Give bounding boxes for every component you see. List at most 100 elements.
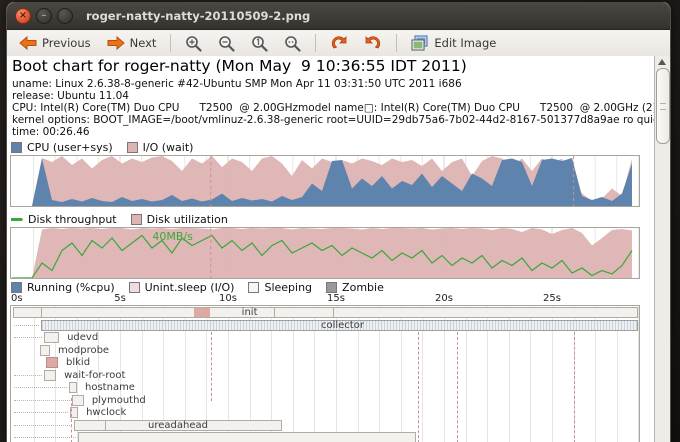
zoom-normal-icon xyxy=(251,35,268,52)
zoom-out-icon xyxy=(218,35,235,52)
previous-label: Previous xyxy=(42,36,91,50)
toolbar-separator xyxy=(396,34,397,52)
dependency-dotted-line xyxy=(14,425,72,426)
process-label-blkid: blkid xyxy=(66,357,90,368)
disk-chart-svg: 40MB/s xyxy=(11,228,639,278)
next-button[interactable]: Next xyxy=(101,34,163,52)
process-bar-separator xyxy=(274,308,275,317)
process-bar-init xyxy=(13,307,638,318)
disk-chart: 40MB/s xyxy=(10,227,640,279)
image-canvas[interactable]: Boot chart for roger-natty (Mon May 9 10… xyxy=(7,56,668,442)
toolbar-separator xyxy=(170,34,171,52)
legend-label: Disk throughput xyxy=(28,213,117,226)
bootchart-release: release: Ubuntu 11.04 xyxy=(12,90,129,102)
process-label-init: init xyxy=(242,307,258,318)
process-label-collector: collector xyxy=(321,320,364,331)
edit-image-button[interactable]: Edit Image xyxy=(405,33,502,53)
minimize-button[interactable]: – xyxy=(36,8,52,24)
dependency-dotted-line xyxy=(14,387,67,388)
legend-swatch xyxy=(326,282,337,293)
process-label-wait-for-root: wait-for-root xyxy=(64,370,125,381)
next-label: Next xyxy=(130,36,157,50)
process-bar-blkid xyxy=(46,357,58,368)
process-bar-udevd xyxy=(44,332,59,343)
axis-tick-label: 5s xyxy=(114,293,126,304)
axis-tick-label: 20s xyxy=(435,293,453,304)
axis-tick-label: 0s xyxy=(11,293,23,304)
cpu-chart-svg xyxy=(11,156,639,206)
bootchart-time: time: 00:26.46 xyxy=(12,126,90,138)
scroll-up-icon[interactable] xyxy=(658,59,666,65)
legend-label: CPU (user+sys) xyxy=(27,141,113,154)
rotate-left-icon xyxy=(330,35,348,51)
bootchart-cpu: CPU: Intel(R) Core(TM) Duo CPU T2500 @ 2… xyxy=(12,102,657,114)
process-bar-separator xyxy=(333,308,334,317)
dependency-dotted-line xyxy=(14,412,68,413)
zoom-in-icon xyxy=(185,35,202,52)
process-bar-separator xyxy=(105,421,106,430)
vertical-scrollbar[interactable] xyxy=(654,56,670,442)
process-bar-segment xyxy=(194,308,209,317)
dependency-dotted-line xyxy=(14,325,39,326)
edit-image-label: Edit Image xyxy=(434,36,496,50)
event-marker-dashed-line xyxy=(457,332,458,442)
legend-swatch xyxy=(129,282,140,293)
event-marker-dashed-line xyxy=(574,332,575,442)
legend-label: I/O (wait) xyxy=(143,141,194,154)
zoom-normal-button[interactable] xyxy=(245,33,274,54)
cpu-chart xyxy=(10,155,640,207)
dependency-dotted-line xyxy=(14,337,42,338)
bootchart-title: Boot chart for roger-natty (Mon May 9 10… xyxy=(12,57,467,75)
arrow-left-icon xyxy=(19,36,37,50)
time-axis: 0s5s10s15s20s25s xyxy=(7,293,655,305)
legend-swatch xyxy=(11,282,22,293)
image-viewer-window: × – roger-natty-natty-20110509-2.png Pre… xyxy=(6,2,671,442)
legend-item: I/O (wait) xyxy=(127,141,194,154)
zoom-in-button[interactable] xyxy=(179,33,208,54)
legend-swatch xyxy=(248,282,259,293)
legend-swatch xyxy=(127,142,138,153)
window-title: roger-natty-natty-20110509-2.png xyxy=(86,9,310,23)
toolbar: Previous Next xyxy=(7,30,670,57)
edit-image-icon xyxy=(411,35,429,51)
process-label-hostname: hostname xyxy=(85,382,135,393)
event-marker-dashed-line xyxy=(211,332,212,401)
gantt-gridline xyxy=(638,306,639,442)
process-bar-wait-for-root xyxy=(44,370,56,381)
axis-tick-label: 25s xyxy=(543,293,561,304)
cpu-chart-legend: CPU (user+sys) I/O (wait) xyxy=(11,141,193,154)
process-bar-modprobe xyxy=(40,345,50,356)
legend-swatch xyxy=(11,142,22,153)
axis-tick-label: 15s xyxy=(327,293,345,304)
dependency-dotted-line xyxy=(14,375,42,376)
previous-button[interactable]: Previous xyxy=(13,34,97,52)
legend-swatch xyxy=(131,214,142,225)
legend-item: Disk utilization xyxy=(131,213,228,226)
legend-label: Disk utilization xyxy=(147,213,228,226)
rotate-left-button[interactable] xyxy=(324,33,354,53)
process-bar-hostname xyxy=(69,382,77,393)
rotate-right-button[interactable] xyxy=(358,33,388,53)
throughput-annotation: 40MB/s xyxy=(152,230,193,243)
process-bar-unnamed xyxy=(78,432,416,442)
zoom-fit-button[interactable] xyxy=(278,33,307,54)
arrow-right-icon xyxy=(107,36,125,50)
process-label-udevd: udevd xyxy=(67,332,98,343)
process-gantt-chart: init collector udevd modprobeblkid wait-for-… xyxy=(10,305,640,442)
titlebar[interactable]: × – roger-natty-natty-20110509-2.png xyxy=(7,2,670,30)
process-bar-separator xyxy=(41,308,42,317)
bootchart-uname: uname: Linux 2.6.38-8-generic #42-Ubuntu… xyxy=(12,78,462,90)
process-label-modprobe: modprobe xyxy=(58,345,109,356)
scrollbar-thumb[interactable] xyxy=(656,68,670,144)
dependency-dotted-line xyxy=(14,437,76,438)
process-label-hwclock: hwclock xyxy=(86,407,126,418)
close-button[interactable]: × xyxy=(15,8,31,24)
legend-item: CPU (user+sys) xyxy=(11,141,113,154)
throughput-line-icon xyxy=(11,218,23,221)
process-label-plymouthd: plymouthd xyxy=(92,395,146,406)
zoom-fit-icon xyxy=(284,35,301,52)
maximize-button[interactable] xyxy=(57,8,73,24)
zoom-out-button[interactable] xyxy=(212,33,241,54)
event-marker-dashed-line xyxy=(418,332,419,442)
toolbar-separator xyxy=(315,34,316,52)
